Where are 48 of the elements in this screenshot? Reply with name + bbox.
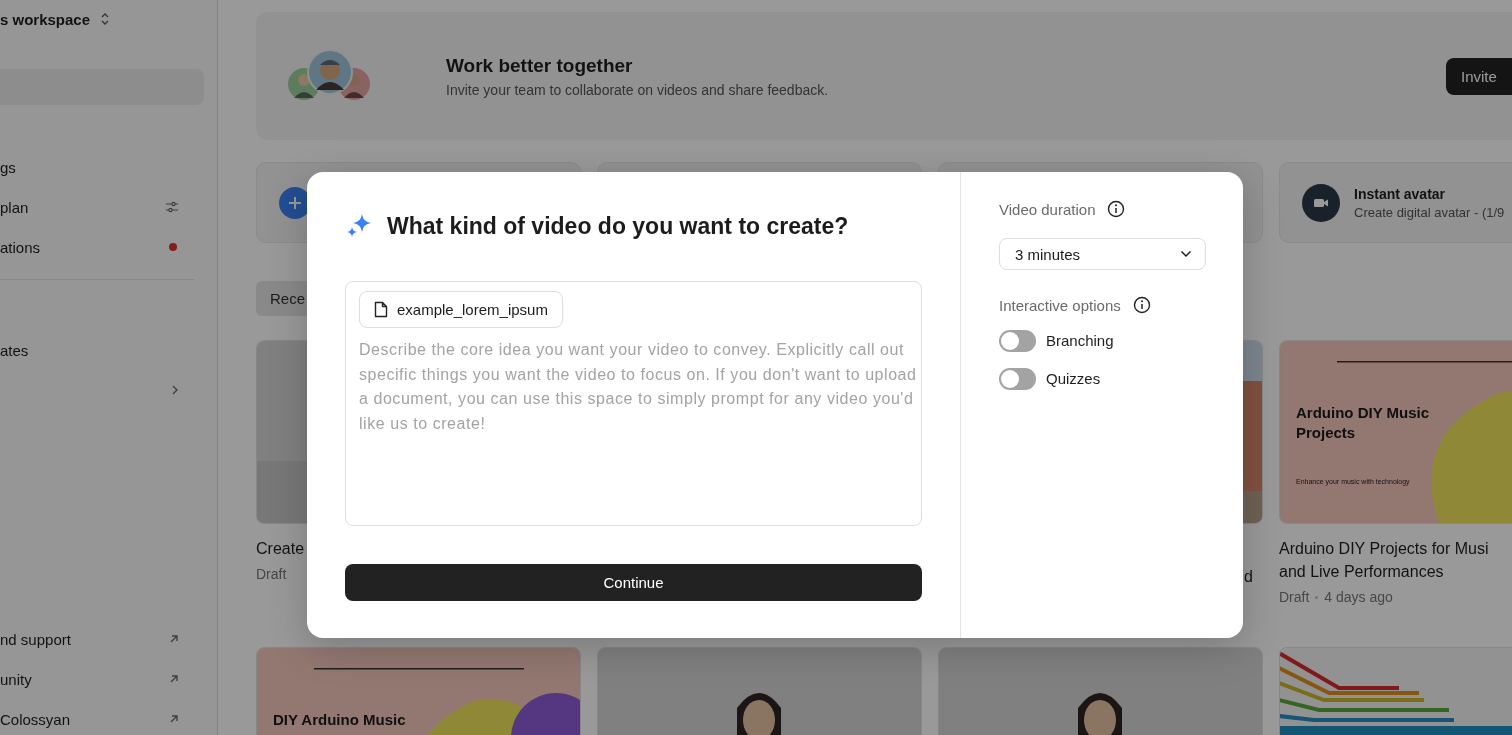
chevron-icon[interactable] <box>171 384 179 396</box>
toggle-label: Quizzes <box>1046 370 1101 387</box>
video-title: Create <box>256 539 306 559</box>
duration-select[interactable]: 3 minutes <box>999 238 1206 270</box>
sidebar-link[interactable]: Colossyan <box>0 710 71 728</box>
workspace-name[interactable]: s workspace <box>0 10 91 28</box>
invite-button[interactable]: Invite <box>1446 57 1512 95</box>
slide-title: DIY Arduino Music <box>273 710 407 730</box>
file-icon <box>374 301 388 318</box>
expand-icon[interactable] <box>100 12 111 26</box>
prompt-input[interactable]: Describe the core idea you want your video to convey. Explicitly call out specific things you want the video to focus on. If you don't want to upload a document, you can use this space to simply prompt for any video you'd like us to create! <box>359 328 917 517</box>
dialog-title: What kind of video do you want to create? <box>387 212 849 240</box>
chevron-down-icon <box>1180 250 1192 258</box>
sliders-icon[interactable] <box>165 201 179 213</box>
action-subtitle: Create digital avatar - (1/9 <box>1354 204 1505 220</box>
video-status: Draft <box>1279 589 1310 605</box>
sidebar-item[interactable]: plan <box>0 198 29 216</box>
banner-subtitle: Invite your team to collaborate on videos and share feedback. <box>446 81 830 98</box>
sidebar-link[interactable]: nd support <box>0 630 71 648</box>
toggle-switch[interactable] <box>999 367 1036 390</box>
notification-dot <box>169 243 177 251</box>
video-status: Draft <box>256 566 287 582</box>
external-link-icon[interactable] <box>169 714 179 724</box>
video-title: d <box>1243 567 1254 587</box>
video-title: Arduino DIY Projects for Musi <box>1279 539 1490 559</box>
video-age: 4 days ago <box>1324 589 1393 605</box>
toggle-switch[interactable] <box>999 329 1036 352</box>
banner-title: Work better together <box>446 54 634 77</box>
info-icon[interactable] <box>1132 296 1151 314</box>
external-link-icon[interactable] <box>169 634 179 644</box>
duration-label: Video duration <box>999 200 1096 218</box>
sidebar-item[interactable]: ations <box>0 238 41 256</box>
video-title: and Live Performances <box>1279 562 1445 582</box>
sidebar-item[interactable]: gs <box>0 158 16 176</box>
interactive-label: Interactive options <box>999 296 1121 314</box>
separator-dot <box>1315 595 1319 599</box>
external-link-icon[interactable] <box>169 674 179 684</box>
info-icon[interactable] <box>1107 200 1126 218</box>
sidebar-link[interactable]: unity <box>0 670 32 688</box>
toggle-label: Branching <box>1046 332 1114 349</box>
video-camera-icon <box>1302 183 1340 222</box>
sidebar-item[interactable]: ates <box>0 341 29 359</box>
slide-title: Arduino DIY Music Projects <box>1296 403 1431 443</box>
action-card[interactable]: Instant avatar Create digital avatar - (1/9 <box>1279 162 1512 243</box>
prompt-field[interactable] <box>345 281 922 526</box>
action-title: Instant avatar <box>1354 185 1447 202</box>
continue-button[interactable]: Continue <box>345 564 922 601</box>
file-chip[interactable]: example_lorem_ipsum <box>359 291 563 328</box>
